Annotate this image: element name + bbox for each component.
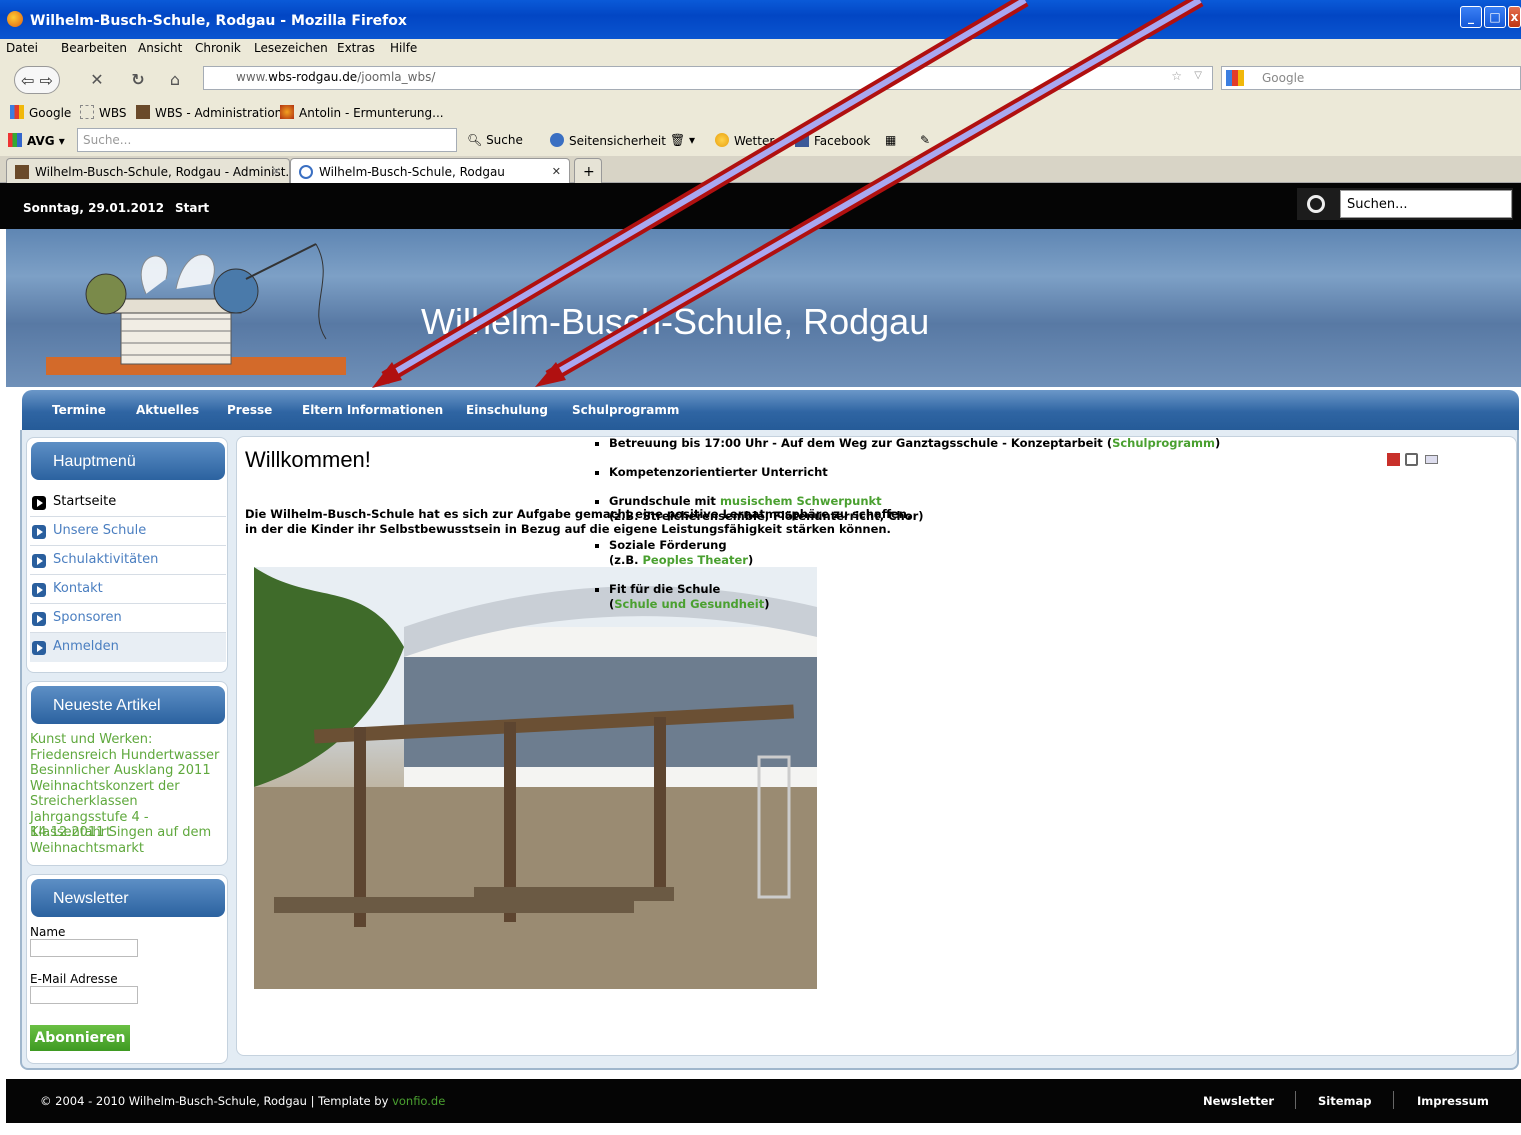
annotation-arrow-1 <box>372 0 1029 388</box>
browser-window: Wilhelm-Busch-Schule, Rodgau - Mozilla F… <box>0 0 1521 1135</box>
annotation-arrow-2 <box>535 0 1204 387</box>
annotation-arrows <box>372 0 1204 388</box>
